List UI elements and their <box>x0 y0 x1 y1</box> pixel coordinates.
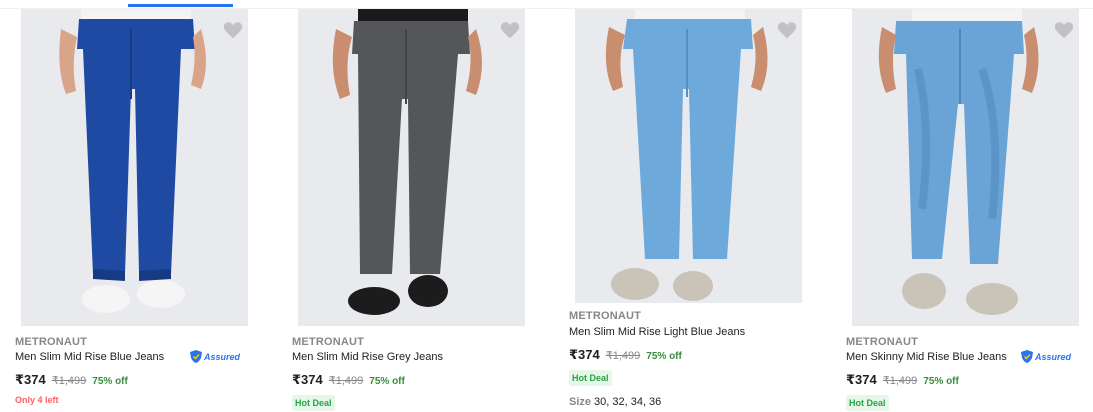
product-image[interactable] <box>21 9 248 326</box>
product-card[interactable]: METRONAUT Men Slim Mid Rise Grey Jeans ₹… <box>292 9 542 412</box>
price-row: ₹374 ₹1,499 75% off <box>846 372 959 388</box>
size-values: 30, 32, 34, 36 <box>594 396 662 408</box>
hot-deal-badge: Hot Deal <box>292 395 335 411</box>
price: ₹374 <box>292 372 323 387</box>
discount: 75% off <box>369 376 405 387</box>
discount: 75% off <box>923 376 959 387</box>
price-row: ₹374 ₹1,499 75% off <box>292 372 405 388</box>
product-card[interactable]: METRONAUT Men Slim Mid Rise Light Blue J… <box>569 9 819 412</box>
assured-badge: Assured <box>1021 350 1071 363</box>
product-brand: METRONAUT <box>292 336 365 348</box>
wishlist-heart-icon[interactable] <box>776 19 798 41</box>
size-options: Size 30, 32, 34, 36 <box>569 396 661 408</box>
price: ₹374 <box>846 372 877 387</box>
top-tab-strip <box>0 0 1093 9</box>
product-brand: METRONAUT <box>846 336 919 348</box>
jeans-illustration <box>878 9 1039 315</box>
jeans-illustration <box>605 9 768 301</box>
product-brand: METRONAUT <box>15 336 88 348</box>
product-image[interactable] <box>298 9 525 326</box>
product-title[interactable]: Men Slim Mid Rise Blue Jeans <box>15 351 164 363</box>
hot-deal-badge: Hot Deal <box>569 370 612 386</box>
assured-label: Assured <box>1035 351 1072 362</box>
price: ₹374 <box>15 372 46 387</box>
active-tab-underline <box>128 4 233 7</box>
jeans-illustration <box>59 9 206 313</box>
product-brand: METRONAUT <box>569 310 642 322</box>
assured-shield-icon <box>1021 350 1033 363</box>
wishlist-heart-icon[interactable] <box>499 19 521 41</box>
discount: 75% off <box>646 351 682 362</box>
original-price: ₹1,499 <box>882 375 918 387</box>
hot-deal-badge: Hot Deal <box>846 395 889 411</box>
original-price: ₹1,499 <box>605 350 641 362</box>
price-row: ₹374 ₹1,499 75% off <box>569 347 682 363</box>
price-row: ₹374 ₹1,499 75% off <box>15 372 128 388</box>
discount: 75% off <box>92 376 128 387</box>
assured-shield-icon <box>190 350 202 363</box>
product-title[interactable]: Men Slim Mid Rise Light Blue Jeans <box>569 326 745 338</box>
product-title[interactable]: Men Skinny Mid Rise Blue Jeans <box>846 351 1007 363</box>
wishlist-heart-icon[interactable] <box>1053 19 1075 41</box>
product-card[interactable]: METRONAUT Men Skinny Mid Rise Blue Jeans… <box>846 9 1093 412</box>
product-image[interactable] <box>852 9 1079 326</box>
wishlist-heart-icon[interactable] <box>222 19 244 41</box>
original-price: ₹1,499 <box>51 375 87 387</box>
jeans-illustration <box>332 9 482 315</box>
product-image[interactable] <box>575 9 802 303</box>
size-label: Size <box>569 396 592 408</box>
original-price: ₹1,499 <box>328 375 364 387</box>
assured-badge: Assured <box>190 350 240 363</box>
product-card[interactable]: METRONAUT Men Slim Mid Rise Blue Jeans A… <box>15 9 265 412</box>
product-title[interactable]: Men Slim Mid Rise Grey Jeans <box>292 351 443 363</box>
assured-label: Assured <box>204 351 241 362</box>
price: ₹374 <box>569 347 600 362</box>
stock-warning: Only 4 left <box>15 395 59 405</box>
